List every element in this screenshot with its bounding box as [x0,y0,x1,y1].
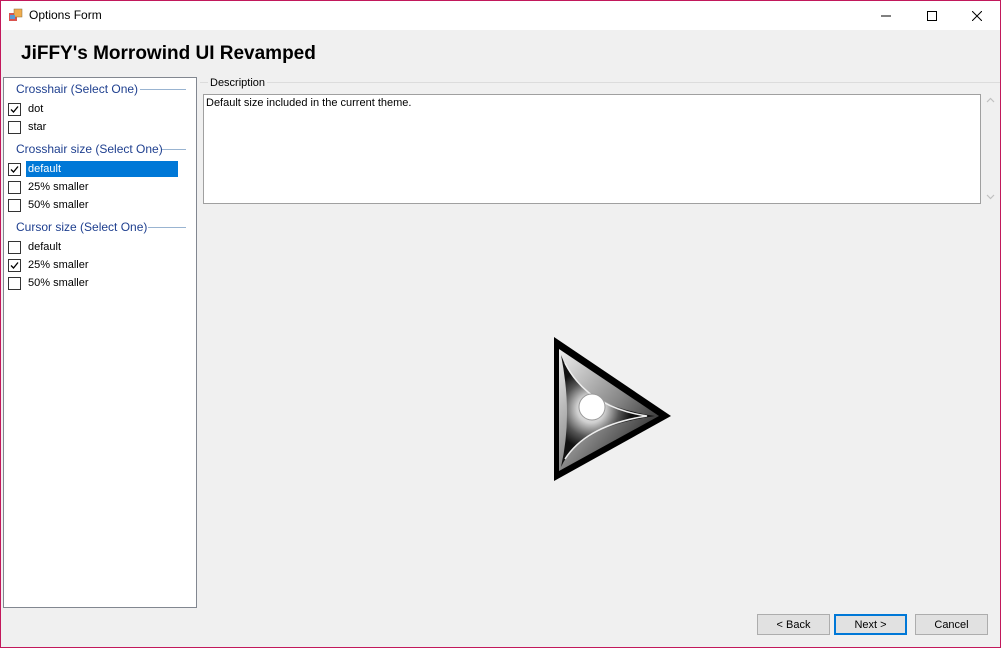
checkmark-icon [10,165,19,173]
checkbox-unchecked[interactable] [8,240,21,254]
group-header-crosshair-size: Crosshair size (Select One) [16,142,163,156]
group-divider [148,227,186,228]
checkbox-unchecked[interactable] [8,120,21,134]
option-crosshair-size-50[interactable]: 50% smaller [8,197,91,213]
checkbox-unchecked[interactable] [8,180,21,194]
checkbox-unchecked[interactable] [8,276,21,290]
option-crosshair-star[interactable]: star [8,119,48,135]
option-label: 25% smaller [28,259,89,271]
description-group: Description Default size included in the… [200,77,1000,206]
page-title: JiFFY's Morrowind UI Revamped [21,43,316,64]
options-window: Options Form JiFFY's Morrowind UI Revamp… [0,0,1001,648]
option-cursor-size-25[interactable]: 25% smaller [8,257,91,273]
minimize-icon [881,15,891,16]
option-label: 25% smaller [28,181,89,193]
option-label: default [28,241,62,253]
option-crosshair-size-default[interactable]: default [8,161,178,177]
option-cursor-size-50[interactable]: 50% smaller [8,275,91,291]
scroll-up-icon[interactable] [986,97,995,103]
maximize-icon [927,10,937,21]
description-legend: Description [208,77,268,89]
scroll-down-icon[interactable] [986,194,995,200]
option-label: 50% smaller [28,277,89,289]
description-textbox[interactable]: Default size included in the current the… [203,94,981,204]
option-cursor-size-default[interactable]: default [8,239,63,255]
cursor-preview-image [554,337,671,481]
checkbox-checked[interactable] [8,258,21,272]
description-scrollbar[interactable] [982,94,999,204]
checkmark-icon [10,261,19,269]
option-label: default [26,161,178,177]
app-icon [9,8,23,21]
checkbox-unchecked[interactable] [8,198,21,212]
close-icon [972,10,982,21]
next-button[interactable]: Next > [834,614,907,635]
back-button[interactable]: < Back [757,614,830,635]
option-label: 50% smaller [28,199,89,211]
option-crosshair-size-25[interactable]: 25% smaller [8,179,91,195]
checkmark-icon [10,105,19,113]
close-button[interactable] [954,1,1000,30]
group-divider [162,149,186,150]
option-label: star [28,121,47,133]
option-label: dot [28,103,44,115]
checkbox-checked[interactable] [8,102,21,116]
group-header-cursor-size: Cursor size (Select One) [16,220,148,234]
option-crosshair-dot[interactable]: dot [8,101,45,117]
maximize-button[interactable] [909,1,955,30]
group-divider [140,89,186,90]
group-header-crosshair: Crosshair (Select One) [16,82,139,96]
cancel-button[interactable]: Cancel [915,614,988,635]
window-title: Options Form [29,8,102,22]
options-list[interactable]: Crosshair (Select One) dot star Crosshai… [3,77,197,608]
minimize-button[interactable] [863,1,909,30]
checkbox-checked[interactable] [8,162,21,176]
title-bar[interactable]: Options Form [1,1,1000,30]
